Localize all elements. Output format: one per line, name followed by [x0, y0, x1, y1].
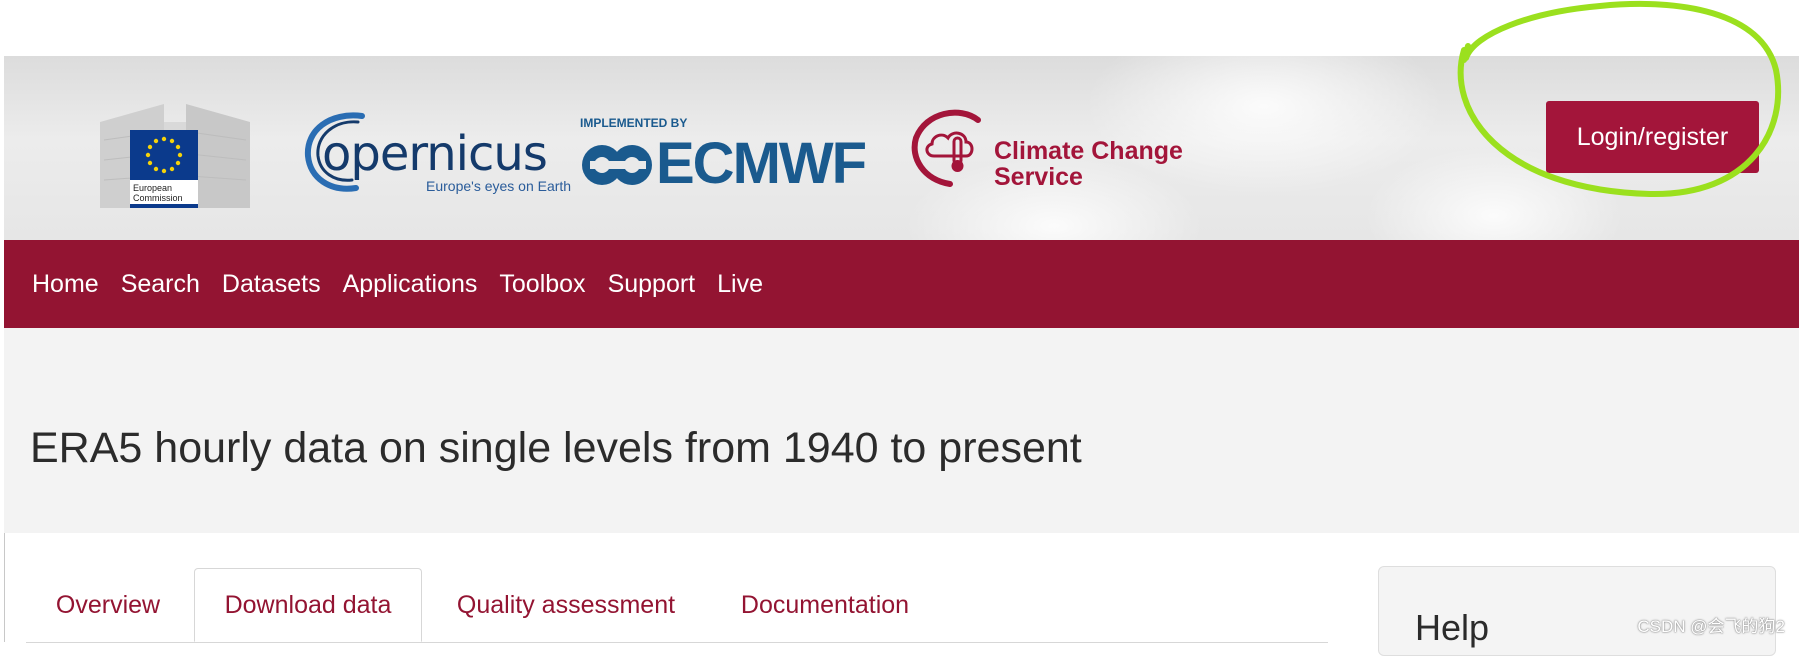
nav-item-toolbox[interactable]: Toolbox [499, 270, 585, 299]
tab-quality-assessment[interactable]: Quality assessment [426, 568, 706, 642]
nav-item-search[interactable]: Search [121, 270, 200, 299]
eu-stars-icon [145, 136, 183, 174]
help-title: Help [1415, 607, 1490, 648]
ecmwf-name: ECMWF [656, 131, 867, 196]
nav-item-support[interactable]: Support [608, 270, 696, 299]
thermometer-cloud-icon [911, 109, 981, 187]
tab-documentation[interactable]: Documentation [710, 568, 940, 642]
nav-item-home[interactable]: Home [32, 270, 99, 299]
copernicus-tagline: Europe's eyes on Earth [426, 178, 572, 194]
c3s-line2: Service [994, 163, 1083, 191]
c3s-line1: Climate Change [994, 137, 1183, 165]
nav-item-datasets[interactable]: Datasets [222, 270, 321, 299]
ecmwf-logo[interactable]: IMPLEMENTED BY ECMWF [580, 116, 880, 196]
tab-overview[interactable]: Overview [26, 568, 190, 642]
copernicus-name: opernicus [322, 126, 548, 182]
ecmwf-symbol-icon [582, 145, 652, 185]
title-band: ERA5 hourly data on single levels from 1… [4, 328, 1799, 533]
nav-item-applications[interactable]: Applications [343, 270, 478, 299]
ec-logo-text: European Commission [130, 180, 198, 208]
climate-change-service-logo[interactable]: Climate Change Service [910, 108, 1190, 198]
tab-download-data[interactable]: Download data [194, 568, 422, 642]
copernicus-logo[interactable]: opernicus Europe's eyes on Earth [300, 108, 571, 198]
climate-change-service-text: Climate Change Service [994, 138, 1183, 190]
nav-item-live[interactable]: Live [717, 270, 763, 299]
dataset-tabs: Overview Download data Quality assessmen… [26, 568, 1328, 643]
watermark: CSDN @会飞的狗2 [1637, 617, 1785, 636]
page-title: ERA5 hourly data on single levels from 1… [30, 424, 1082, 472]
main-nav: Home Search Datasets Applications Toolbo… [4, 240, 1799, 328]
help-panel: Help [1378, 566, 1776, 656]
ecmwf-implemented-by: IMPLEMENTED BY [580, 116, 688, 130]
eu-flag [130, 130, 198, 180]
annotation-circle-icon [1457, 1, 1782, 198]
